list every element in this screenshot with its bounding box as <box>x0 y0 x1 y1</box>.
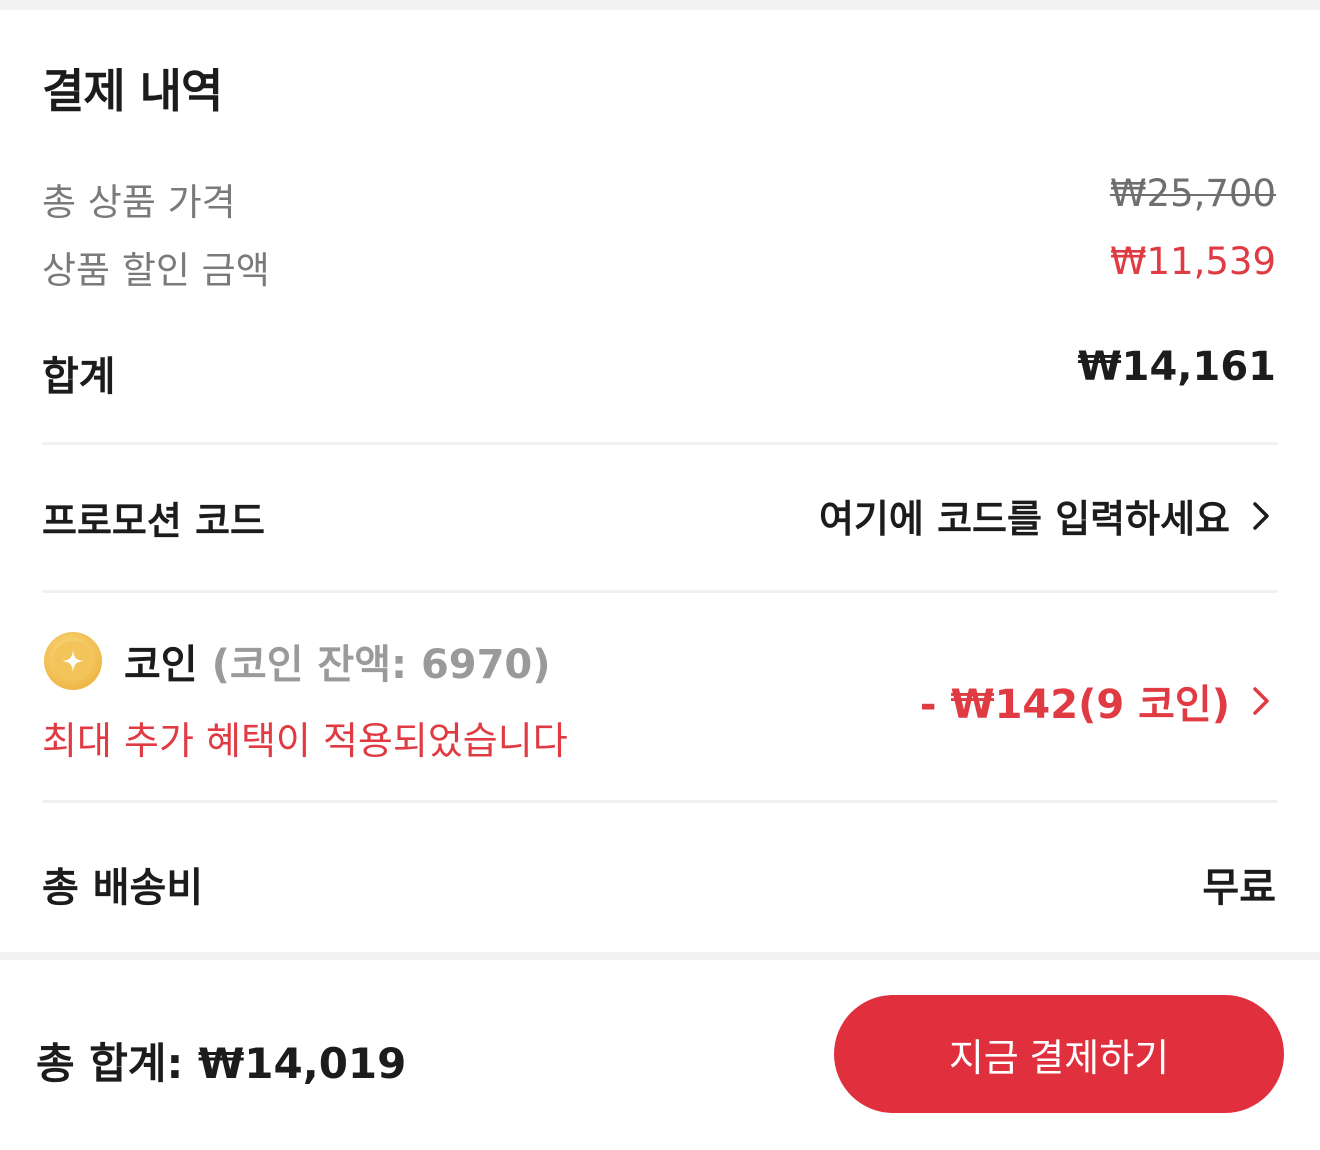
divider <box>42 590 1278 593</box>
subtotal-label: 합계 <box>42 354 116 400</box>
promo-code-input[interactable]: 여기에 코드를 입력하세요 <box>819 488 1276 543</box>
payment-summary-card: 결제 내역 총 상품 가격 ₩25,700 상품 할인 금액 ₩11,539 합… <box>0 10 1320 952</box>
divider <box>42 800 1278 803</box>
coin-header: 코인 (코인 잔액: 6970) <box>42 630 551 692</box>
coin-discount-selector[interactable]: - ₩142(9 코인) <box>920 672 1276 730</box>
coin-label: 코인 <box>124 642 198 688</box>
chevron-right-icon <box>1253 687 1269 715</box>
promo-code-placeholder: 여기에 코드를 입력하세요 <box>818 497 1230 541</box>
checkout-footer: 총 합계: ₩14,019 지금 결제하기 <box>0 960 1320 1150</box>
product-discount: ₩11,539 <box>1109 240 1276 283</box>
shipping-value: 무료 <box>1202 865 1276 911</box>
total-product-price: ₩25,700 <box>1109 172 1276 215</box>
promo-code-label: 프로모션 코드 <box>42 499 265 543</box>
product-discount-label: 상품 할인 금액 <box>42 249 270 292</box>
coin-benefit-note: 최대 추가 혜택이 적용되었습니다 <box>42 719 568 763</box>
section-title: 결제 내역 <box>42 64 223 118</box>
total-product-price-label: 총 상품 가격 <box>42 181 236 224</box>
pay-now-button[interactable]: 지금 결제하기 <box>834 995 1284 1113</box>
grand-total: 총 합계: ₩14,019 <box>36 1039 407 1088</box>
subtotal-amount: ₩14,161 <box>1077 344 1276 390</box>
coin-discount-amount: - ₩142(9 코인) <box>919 682 1230 728</box>
chevron-right-icon <box>1253 501 1269 530</box>
coin-icon <box>44 632 102 690</box>
divider <box>42 442 1278 445</box>
coin-balance: (코인 잔액: 6970) <box>211 642 551 688</box>
shipping-label: 총 배송비 <box>42 865 204 911</box>
